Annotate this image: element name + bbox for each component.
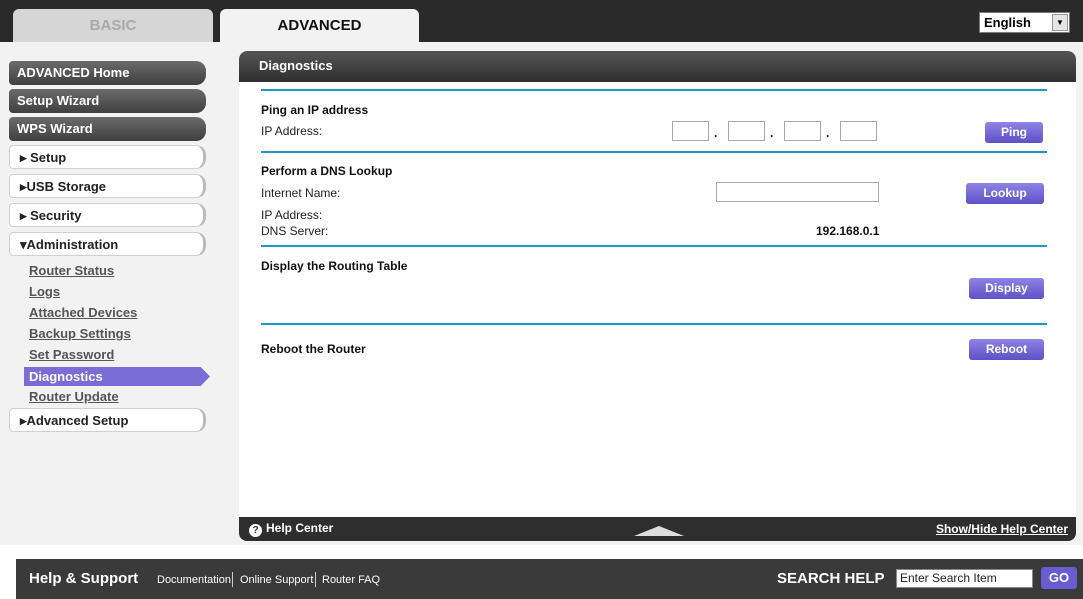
help-support-bar: Help & Support Documentation Online Supp…: [16, 559, 1083, 599]
search-input[interactable]: Enter Search Item: [896, 569, 1033, 588]
help-center-bar: ? Help Center Show/Hide Help Center: [239, 517, 1076, 541]
help-icon: ?: [249, 524, 262, 537]
sidebar-link-diagnostics[interactable]: Diagnostics: [24, 367, 210, 386]
sidebar-link-logs[interactable]: Logs: [29, 284, 60, 299]
language-select[interactable]: English ▼: [979, 12, 1070, 33]
sidebar-item-administration[interactable]: ▾Administration: [9, 232, 206, 256]
sidebar-link-router-status[interactable]: Router Status: [29, 263, 114, 278]
lookup-button[interactable]: Lookup: [966, 183, 1044, 204]
sidebar-item-setup[interactable]: ▸ Setup: [9, 145, 206, 169]
display-button[interactable]: Display: [969, 278, 1044, 299]
panel-title: Diagnostics: [239, 51, 1076, 82]
expand-arrow-icon[interactable]: [634, 526, 684, 536]
sidebar-link-backup-settings[interactable]: Backup Settings: [29, 326, 131, 341]
routing-heading: Display the Routing Table: [261, 259, 408, 273]
section-divider: [261, 89, 1047, 91]
tab-advanced[interactable]: ADVANCED: [220, 9, 419, 42]
ping-ip-label: IP Address:: [261, 124, 323, 138]
search-help-label: SEARCH HELP: [777, 570, 885, 587]
dns-server-value: 192.168.0.1: [816, 224, 880, 238]
dns-heading: Perform a DNS Lookup: [261, 164, 393, 178]
go-button[interactable]: GO: [1041, 567, 1077, 589]
sidebar-link-router-update[interactable]: Router Update: [29, 389, 119, 404]
router-faq-link[interactable]: Router FAQ: [322, 574, 380, 586]
internet-name-input[interactable]: [716, 182, 879, 202]
ping-heading: Ping an IP address: [261, 103, 369, 117]
sidebar-item-advanced-home[interactable]: ADVANCED Home: [9, 61, 206, 85]
show-hide-help-link[interactable]: Show/Hide Help Center: [936, 522, 1068, 536]
documentation-link[interactable]: Documentation: [157, 574, 231, 586]
reboot-button[interactable]: Reboot: [969, 339, 1044, 360]
sidebar-link-set-password[interactable]: Set Password: [29, 347, 114, 362]
chevron-down-icon[interactable]: ▼: [1052, 14, 1068, 31]
help-support-title: Help & Support: [29, 570, 139, 587]
dns-ip-label: IP Address:: [261, 208, 323, 222]
ping-button[interactable]: Ping: [985, 122, 1043, 143]
ping-ip-octet-2[interactable]: [728, 121, 765, 141]
top-bar: BASIC ADVANCED English ▼: [0, 0, 1083, 42]
section-divider: [261, 323, 1047, 325]
section-divider: [261, 245, 1047, 247]
language-selected: English: [984, 15, 1031, 30]
section-divider: [261, 151, 1047, 153]
ip-dot: .: [714, 126, 718, 140]
sidebar-item-advanced-setup[interactable]: ▸Advanced Setup: [9, 408, 206, 432]
reboot-heading: Reboot the Router: [261, 342, 366, 356]
help-center-toggle[interactable]: ? Help Center: [249, 521, 333, 537]
diagnostics-panel: Diagnostics Ping an IP address IP Addres…: [239, 51, 1076, 541]
dns-server-label: DNS Server:: [261, 224, 329, 238]
sidebar-item-usb-storage[interactable]: ▸USB Storage: [9, 174, 206, 198]
ip-dot: .: [770, 126, 774, 140]
sidebar-link-attached-devices[interactable]: Attached Devices: [29, 305, 137, 320]
online-support-link[interactable]: Online Support: [240, 574, 313, 586]
ping-ip-octet-1[interactable]: [672, 121, 709, 141]
link-separator: [315, 572, 316, 587]
ping-ip-octet-4[interactable]: [840, 121, 877, 141]
sidebar-item-security[interactable]: ▸ Security: [9, 203, 206, 227]
help-center-label: Help Center: [266, 521, 334, 535]
sidebar-item-setup-wizard[interactable]: Setup Wizard: [9, 89, 206, 113]
sidebar-item-wps-wizard[interactable]: WPS Wizard: [9, 117, 206, 141]
link-separator: [232, 572, 233, 587]
ping-ip-octet-3[interactable]: [784, 121, 821, 141]
internet-name-label: Internet Name:: [261, 186, 341, 200]
ip-dot: .: [826, 126, 830, 140]
tab-basic[interactable]: BASIC: [13, 9, 213, 42]
